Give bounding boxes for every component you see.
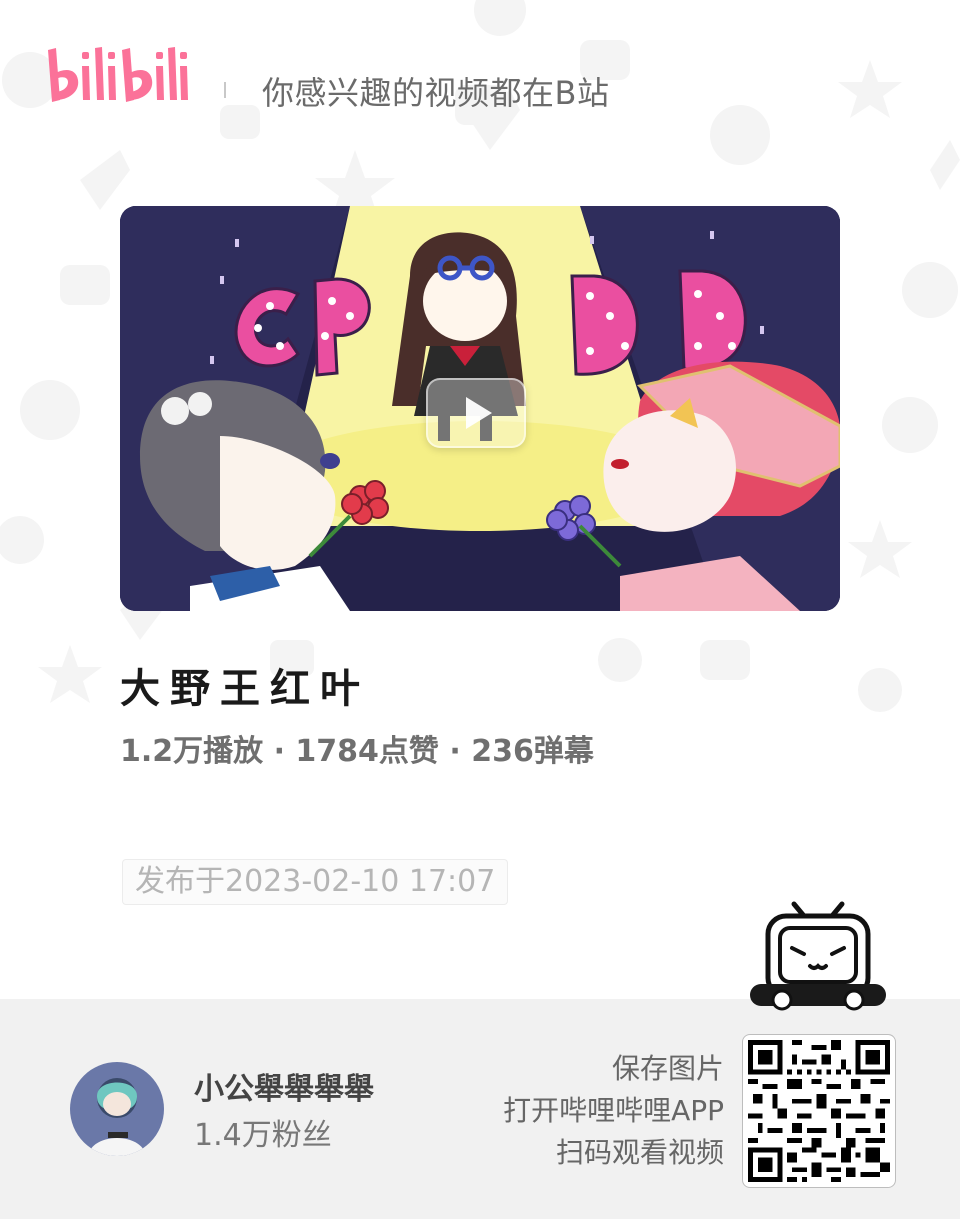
qr-hint-save: 保存图片	[611, 1052, 724, 1085]
qr-hint-open-app: 打开哔哩哔哩APP	[503, 1094, 724, 1127]
tv-mascot-icon	[750, 901, 886, 1011]
slogan: 你感兴趣的视频都在B站	[262, 74, 610, 112]
bilibili-logo	[48, 47, 188, 102]
uploader-fans: 1.4万粉丝	[194, 1118, 332, 1153]
uploader-name[interactable]: 小公舉舉舉舉	[194, 1064, 374, 1108]
play-button[interactable]	[426, 378, 526, 448]
uploader-avatar[interactable]	[70, 1062, 164, 1156]
logo-divider	[224, 82, 226, 98]
qr-hint-scan: 扫码观看视频	[555, 1136, 724, 1169]
publish-time-badge: 发布于2023-02-10 17:07	[122, 859, 509, 905]
video-title: 大野王红叶	[120, 666, 370, 712]
video-stats: 1.2万播放 · 1784点赞 · 236弹幕	[120, 734, 594, 769]
qr-hints: 保存图片 打开哔哩哔哩APP 扫码观看视频	[503, 1048, 724, 1174]
qr-code-icon	[742, 1034, 896, 1188]
play-icon	[466, 397, 492, 429]
